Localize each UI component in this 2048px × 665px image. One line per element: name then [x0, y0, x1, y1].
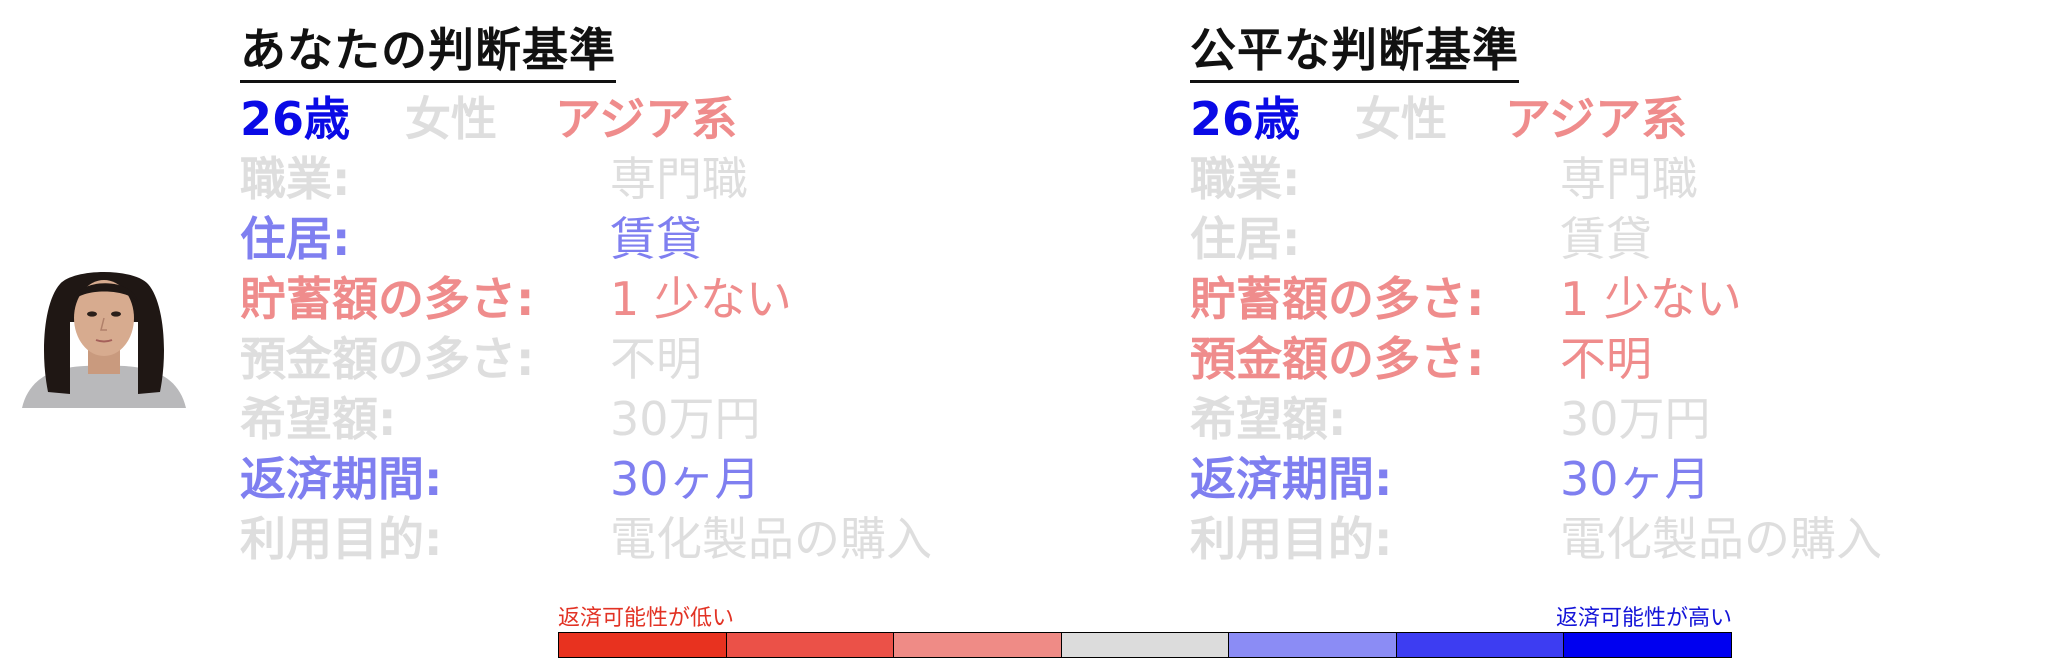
- color-scale-bar: [558, 632, 1732, 658]
- attribute-label: 預金額の多さ:: [240, 332, 535, 386]
- attribute-row-deposits: 預金額の多さ: 不明: [240, 329, 737, 389]
- scale-segment: [726, 633, 895, 657]
- scale-segment: [1396, 633, 1565, 657]
- attribute-value: 30万円: [610, 392, 761, 446]
- attribute-row-housing: 住居: 賃貸: [240, 209, 737, 269]
- attribute-value: 専門職: [610, 152, 748, 206]
- attribute-list: 職業: 専門職 住居: 賃貸 貯蓄額の多さ: 1 少ない 預金額の多さ: 不明 希望額:…: [1190, 149, 1882, 569]
- attribute-label: 希望額:: [1190, 392, 1347, 446]
- demographics-row: 26歳 女性 アジア系: [240, 89, 737, 149]
- legend-high-label: 返済可能性が高い: [1555, 606, 1732, 631]
- your-criteria-panel: あなたの判断基準 26歳 女性 アジア系 職業: 専門職 住居: 賃貸 貯蓄額の多さ: 1…: [240, 20, 932, 569]
- attribute-list: 職業: 専門職 住居: 賃貸 貯蓄額の多さ: 1 少ない 預金額の多さ: 不明 希望額:…: [240, 149, 932, 569]
- attribute-value: 専門職: [1560, 152, 1698, 206]
- attribute-label: 返済期間:: [240, 452, 443, 506]
- attribute-value: 30ヶ月: [1560, 452, 1711, 506]
- attribute-value: 1 少ない: [610, 272, 792, 326]
- attribute-label: 希望額:: [240, 392, 397, 446]
- applicant-photo: [20, 262, 188, 408]
- scale-segment: [1229, 633, 1397, 657]
- attribute-label: 利用目的:: [240, 512, 443, 566]
- attribute-label: 住居:: [240, 212, 351, 266]
- attribute-label: 貯蓄額の多さ:: [240, 272, 535, 326]
- attribute-row-housing: 住居: 賃貸: [1190, 209, 1687, 269]
- fair-criteria-panel: 公平な判断基準 26歳 女性 アジア系 職業: 専門職 住居: 賃貸 貯蓄額の多さ: 1 …: [1190, 20, 1882, 569]
- attribute-row-requested-amount: 希望額: 30万円: [1190, 389, 1711, 449]
- attribute-row-savings: 貯蓄額の多さ: 1 少ない: [240, 269, 792, 329]
- ethnicity-label: アジア系: [555, 92, 738, 146]
- scale-segment: [559, 633, 727, 657]
- scale-segment: [1564, 633, 1732, 657]
- gender-label: 女性: [405, 92, 497, 146]
- attribute-value: 不明: [610, 332, 702, 386]
- attribute-row-repayment-period: 返済期間: 30ヶ月: [1190, 449, 1711, 509]
- attribute-label: 利用目的:: [1190, 512, 1393, 566]
- attribute-row-purpose: 利用目的: 電化製品の購入: [240, 509, 932, 569]
- scale-segment: [894, 633, 1062, 657]
- attribute-value: 賃貸: [610, 212, 702, 266]
- attribute-value: 30万円: [1560, 392, 1711, 446]
- panel-title: 公平な判断基準: [1190, 20, 1519, 83]
- legend-low-label: 返済可能性が低い: [558, 606, 735, 631]
- attribute-value: 電化製品の購入: [1560, 512, 1882, 566]
- attribute-row-deposits: 預金額の多さ: 不明: [1190, 329, 1687, 389]
- demographics-row: 26歳 女性 アジア系: [1190, 89, 1687, 149]
- age-label: 26歳: [1190, 92, 1301, 146]
- ethnicity-label: アジア系: [1505, 92, 1688, 146]
- attribute-value: 1 少ない: [1560, 272, 1742, 326]
- attribute-value: 電化製品の購入: [610, 512, 932, 566]
- attribute-value: 30ヶ月: [610, 452, 761, 506]
- attribute-label: 貯蓄額の多さ:: [1190, 272, 1485, 326]
- attribute-row-repayment-period: 返済期間: 30ヶ月: [240, 449, 761, 509]
- attribute-row-savings: 貯蓄額の多さ: 1 少ない: [1190, 269, 1742, 329]
- scale-segment: [1061, 633, 1230, 657]
- age-label: 26歳: [240, 92, 351, 146]
- attribute-row-occupation: 職業: 専門職: [240, 149, 748, 209]
- attribute-row-purpose: 利用目的: 電化製品の購入: [1190, 509, 1882, 569]
- attribute-label: 預金額の多さ:: [1190, 332, 1485, 386]
- attribute-label: 職業:: [240, 152, 351, 206]
- attribute-value: 賃貸: [1560, 212, 1652, 266]
- attribute-value: 不明: [1560, 332, 1652, 386]
- attribute-row-occupation: 職業: 専門職: [1190, 149, 1698, 209]
- attribute-label: 住居:: [1190, 212, 1301, 266]
- panel-title: あなたの判断基準: [240, 20, 616, 83]
- attribute-label: 返済期間:: [1190, 452, 1393, 506]
- attribute-label: 職業:: [1190, 152, 1301, 206]
- gender-label: 女性: [1355, 92, 1447, 146]
- attribute-row-requested-amount: 希望額: 30万円: [240, 389, 761, 449]
